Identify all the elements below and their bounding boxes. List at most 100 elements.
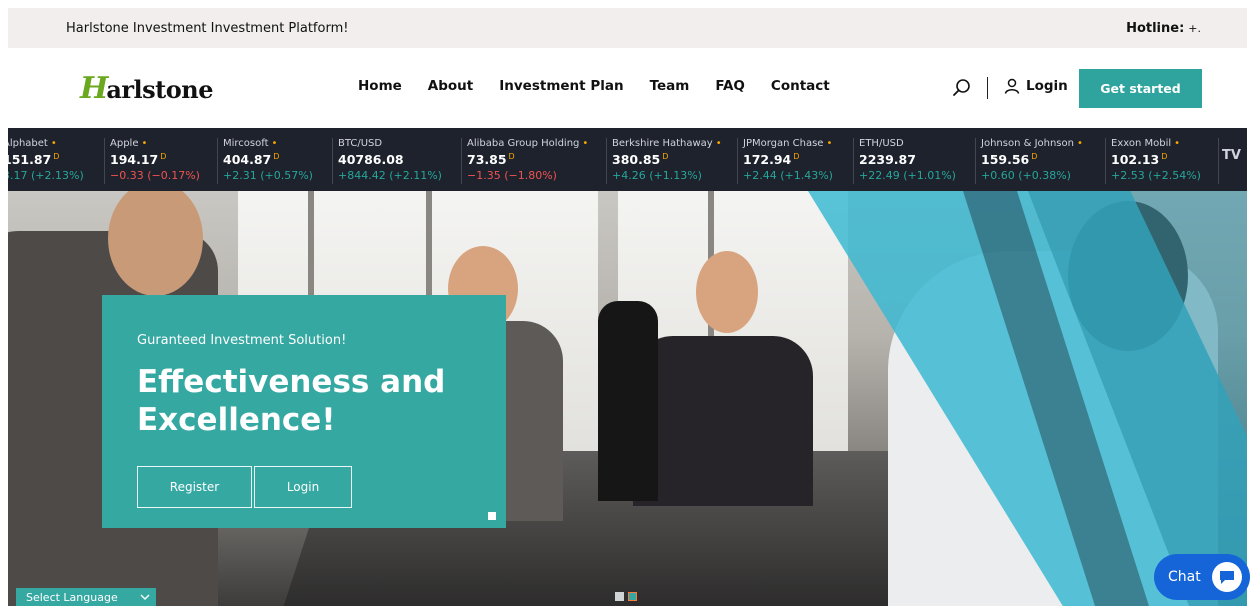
status-dot-icon: • [50,138,57,149]
login-link[interactable]: Login [1004,78,1068,94]
status-dot-icon: • [582,138,589,149]
nav-item-about[interactable]: About [428,78,473,94]
chat-bubble-icon [1212,562,1242,592]
ticker-price: 40786.08 [338,152,404,167]
nav-item-contact[interactable]: Contact [771,78,830,94]
top-bar: Harlstone Investment Investment Platform… [8,8,1247,48]
ticker-change: −1.35 (−1.80%) [467,169,557,183]
ticker-name: Exxon Mobil [1111,138,1172,149]
person-figure [633,336,813,506]
ticker-delay-badge: D [160,152,167,161]
tradingview-logo-icon[interactable]: TV [1222,148,1247,168]
status-dot-icon: • [826,138,833,149]
stock-ticker: Alphabet• 151.87D 3.17 (+2.13%) Apple• 1… [8,128,1247,191]
chat-label: Chat [1168,569,1201,585]
status-dot-icon: • [715,138,722,149]
hotline: Hotline: +. [1126,21,1201,36]
ticker-item[interactable]: Johnson & Johnson • 159.56 D +0.60 (+0.38%… [975,138,1083,184]
ticker-delay-badge: D [273,152,280,161]
language-select-label: Select Language [26,590,118,604]
nav-item-investment-plan[interactable]: Investment Plan [499,78,623,94]
hero-title: Effectiveness and Excellence! [137,364,446,438]
search-icon[interactable] [952,78,972,98]
ticker-change: +4.26 (+1.13%) [612,169,702,183]
site-header: H arlstone Home About Investment Plan Te… [8,48,1247,128]
ticker-price: 404.87 [223,152,272,168]
ticker-price: 102.13 [1111,152,1160,168]
ticker-name: Alphabet [8,138,48,149]
ticker-price: 151.87 [8,152,52,168]
hero-kicker: Guranteed Investment Solution! [137,333,347,348]
ticker-name: Mircosoft [223,138,269,149]
ticker-delay-badge: D [1031,152,1038,161]
ticker-change: +2.44 (+1.43%) [743,169,833,183]
ticker-item[interactable]: Exxon Mobil • 102.13 D +2.53 (+2.54%) [1105,138,1201,184]
ticker-change: −0.33 (−0.17%) [110,169,200,183]
hero-login-button[interactable]: Login [254,466,352,508]
ticker-delay-badge: D [53,152,60,161]
ticker-item[interactable]: ETH/USD 2239.87 +22.49 (+1.01%) [853,138,956,184]
ticker-item[interactable]: Alibaba Group Holding • 73.85 D −1.35 (−1.… [461,138,588,184]
status-dot-icon: • [271,138,278,149]
user-icon [1004,78,1020,94]
status-dot-icon: • [1076,138,1083,149]
logo[interactable]: H arlstone [80,74,213,104]
ticker-item[interactable]: JPMorgan Chase • 172.94 D +2.44 (+1.43%) [737,138,833,184]
hero-banner: Guranteed Investment Solution! Effective… [8,191,1247,606]
hotline-value[interactable]: +. [1188,22,1201,35]
ticker-delay-badge: D [508,152,515,161]
ticker-name: Apple [110,138,139,149]
ticker-change: +2.31 (+0.57%) [223,169,313,183]
chevron-down-icon [140,594,150,600]
header-divider [987,77,988,99]
ticker-name: BTC/USD [338,138,383,149]
nav-item-team[interactable]: Team [650,78,690,94]
ticker-name: Johnson & Johnson [981,138,1074,149]
ticker-item[interactable]: Apple • 194.17 D −0.33 (−0.17%) [104,138,200,184]
status-dot-icon: • [1174,138,1181,149]
ticker-price: 380.85 [612,152,661,168]
ticker-change: +2.53 (+2.54%) [1111,169,1201,183]
site-tagline: Harlstone Investment Investment Platform… [66,20,349,36]
chair-figure [598,301,658,501]
person-head [696,251,758,333]
ticker-name: Berkshire Hathaway [612,138,713,149]
ticker-name: JPMorgan Chase [743,138,824,149]
ticker-change: +844.42 (+2.11%) [338,169,442,182]
login-label: Login [1026,78,1068,94]
chat-button[interactable]: Chat [1154,554,1250,600]
ticker-delay-badge: D [662,152,669,161]
ticker-price: 73.85 [467,152,507,168]
ticker-price: 2239.87 [859,152,916,167]
slider-dots [615,592,637,601]
slider-dot-active[interactable] [628,592,637,601]
slider-dot[interactable] [615,592,624,601]
hero-card: Guranteed Investment Solution! Effective… [102,295,506,528]
status-dot-icon: • [141,138,148,149]
ticker-change: +0.60 (+0.38%) [981,169,1071,183]
main-nav: Home About Investment Plan Team FAQ Cont… [358,78,856,94]
ticker-item[interactable]: Mircosoft • 404.87 D +2.31 (+0.57%) [217,138,313,184]
ticker-price: 172.94 [743,152,792,168]
ticker-name: Alibaba Group Holding [467,138,580,149]
card-corner-square [488,512,496,520]
language-select[interactable]: Select Language [16,588,156,606]
ticker-item[interactable]: Alphabet• 151.87D 3.17 (+2.13%) [8,138,84,184]
nav-item-home[interactable]: Home [358,78,402,94]
logo-wordmark: arlstone [106,74,213,104]
nav-item-faq[interactable]: FAQ [715,78,745,94]
ticker-delay-badge: D [793,152,800,161]
logo-mark: H [80,71,109,106]
ticker-item[interactable]: BTC/USD 40786.08 +844.42 (+2.11%) [332,138,442,184]
ticker-item[interactable]: TV [1218,138,1247,184]
get-started-button[interactable]: Get started [1079,69,1202,108]
ticker-name: ETH/USD [859,138,904,149]
hotline-label: Hotline: [1126,20,1185,36]
ticker-price: 194.17 [110,152,159,168]
register-button[interactable]: Register [137,466,252,508]
ticker-price: 159.56 [981,152,1030,168]
ticker-change: +22.49 (+1.01%) [859,169,956,182]
ticker-item[interactable]: Berkshire Hathaway • 380.85 D +4.26 (+1.13… [606,138,722,184]
ticker-change: 3.17 (+2.13%) [8,169,84,183]
ticker-delay-badge: D [1161,152,1168,161]
